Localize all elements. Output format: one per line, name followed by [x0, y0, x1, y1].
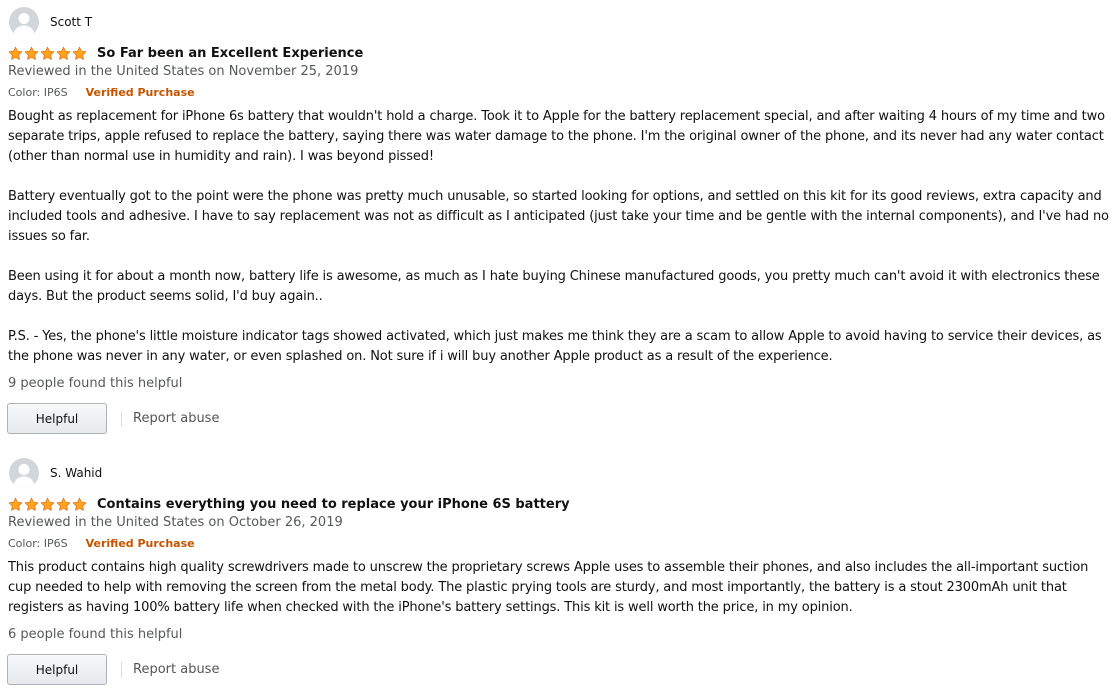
review-paragraph: P.S. - Yes, the phone's little moisture … [8, 329, 1102, 364]
star-icon [40, 497, 55, 511]
review-actions: Helpful Report abuse [7, 654, 219, 685]
star-icon [72, 46, 87, 60]
action-divider [121, 410, 122, 427]
verified-purchase-badge: Verified Purchase [85, 86, 195, 99]
star-icon [40, 46, 55, 60]
reviewer-name[interactable]: S. Wahid [50, 466, 102, 480]
avatar-icon [9, 458, 39, 488]
review-format-row: Color: IP6S Verified Purchase [8, 86, 195, 99]
review-format-row: Color: IP6S Verified Purchase [8, 537, 195, 550]
star-icon [8, 497, 23, 511]
reviewer-name[interactable]: Scott T [50, 15, 92, 29]
format-strip[interactable]: Color: IP6S [8, 86, 68, 99]
avatar-icon [9, 7, 39, 37]
format-strip[interactable]: Color: IP6S [8, 537, 68, 550]
helpful-button[interactable]: Helpful [7, 654, 107, 685]
verified-purchase-badge: Verified Purchase [85, 537, 195, 550]
report-abuse-link[interactable]: Report abuse [133, 662, 219, 677]
review-paragraph: Battery eventually got to the point were… [8, 189, 1109, 244]
star-icon [24, 46, 39, 60]
star-rating[interactable] [8, 46, 87, 61]
review-actions: Helpful Report abuse [7, 403, 219, 434]
star-icon [56, 497, 71, 511]
review-title-row: So Far been an Excellent Experience [8, 44, 363, 62]
review-date: Reviewed in the United States on October… [8, 515, 343, 530]
report-abuse-link[interactable]: Report abuse [133, 411, 219, 426]
review-body: Bought as replacement for iPhone 6s batt… [8, 107, 1114, 367]
review-paragraph: Been using it for about a month now, bat… [8, 269, 1100, 304]
star-icon [8, 46, 23, 60]
star-rating[interactable] [8, 497, 87, 512]
action-divider [121, 661, 122, 678]
reviewer-profile[interactable]: Scott T [9, 7, 92, 37]
reviewer-profile[interactable]: S. Wahid [9, 458, 102, 488]
review-title-row: Contains everything you need to replace … [8, 495, 570, 513]
review-date: Reviewed in the United States on Novembe… [8, 64, 359, 79]
review-title[interactable]: So Far been an Excellent Experience [97, 46, 363, 61]
star-icon [72, 497, 87, 511]
review-paragraph: Bought as replacement for iPhone 6s batt… [8, 109, 1105, 164]
review-paragraph: This product contains high quality screw… [8, 560, 1089, 615]
helpful-count: 6 people found this helpful [8, 627, 183, 642]
review-body: This product contains high quality screw… [8, 558, 1114, 618]
helpful-button[interactable]: Helpful [7, 403, 107, 434]
star-icon [24, 497, 39, 511]
helpful-count: 9 people found this helpful [8, 376, 183, 391]
review-title[interactable]: Contains everything you need to replace … [97, 497, 570, 512]
star-icon [56, 46, 71, 60]
